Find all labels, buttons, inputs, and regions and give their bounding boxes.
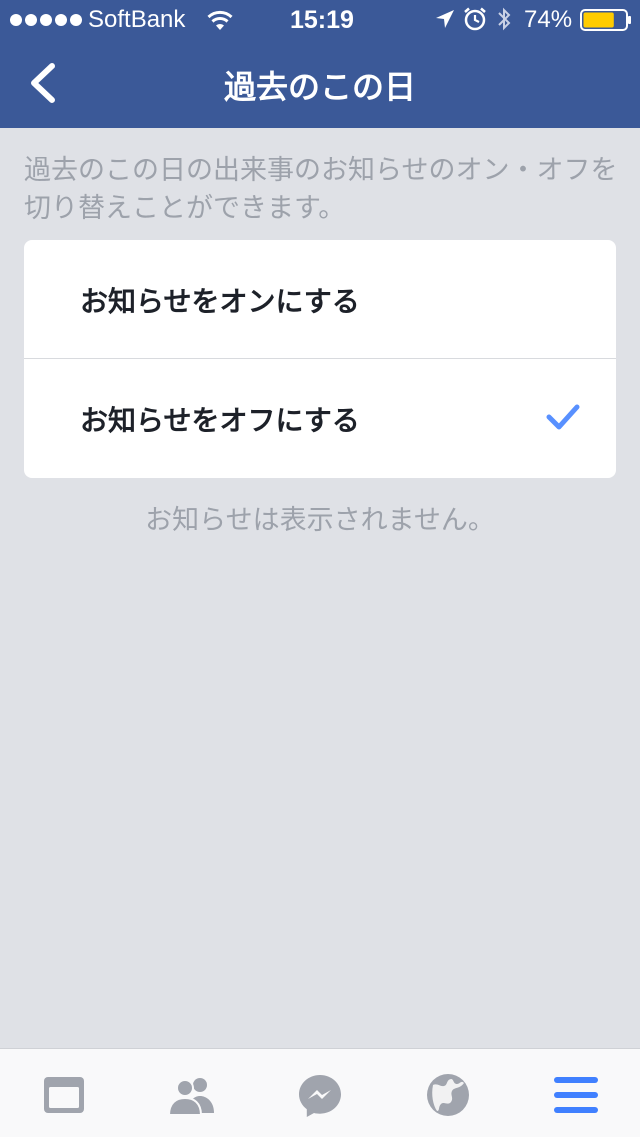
notification-status-note: お知らせは表示されません。 [145, 505, 495, 536]
battery-icon [580, 9, 631, 31]
option-label: お知らせをオフにする [80, 404, 360, 437]
menu-icon [554, 1077, 598, 1113]
option-label: お知らせをオンにする [80, 285, 360, 318]
page-title: 過去のこの日 [223, 68, 416, 106]
tab-menu[interactable] [552, 1071, 600, 1119]
alarm-icon [464, 7, 486, 31]
option-notifications-off[interactable]: お知らせをオフにする [24, 359, 616, 477]
tab-friends[interactable] [168, 1071, 216, 1119]
settings-description: 過去のこの日の出来事のお知らせのオン・オフを切り替えことができます。 [24, 155, 618, 224]
tab-news-feed[interactable] [40, 1071, 88, 1119]
checkmark-icon [546, 404, 580, 430]
messenger-icon [299, 1075, 341, 1117]
option-notifications-on[interactable]: お知らせをオンにする [24, 240, 616, 358]
news-feed-icon [44, 1077, 84, 1113]
notification-options-card: お知らせをオンにする お知らせをオフにする [24, 240, 616, 478]
top-bar: SoftBank 15:19 74% 過去のこの日 [0, 0, 640, 128]
tab-notifications[interactable] [424, 1071, 472, 1119]
signal-icon [10, 14, 82, 26]
status-time: 15:19 [290, 6, 354, 34]
status-bar: SoftBank 15:19 74% [0, 0, 640, 40]
tab-bar [0, 1048, 640, 1137]
tab-messenger[interactable] [296, 1071, 344, 1119]
back-button[interactable] [18, 58, 68, 108]
location-icon [436, 10, 454, 28]
navigation-bar: 過去のこの日 [0, 40, 640, 128]
carrier-name: SoftBank [88, 6, 186, 33]
friends-icon [168, 1078, 214, 1116]
battery-percentage: 74% [524, 6, 573, 33]
bluetooth-icon [498, 7, 511, 31]
wifi-icon [207, 10, 233, 30]
globe-icon [427, 1074, 469, 1116]
